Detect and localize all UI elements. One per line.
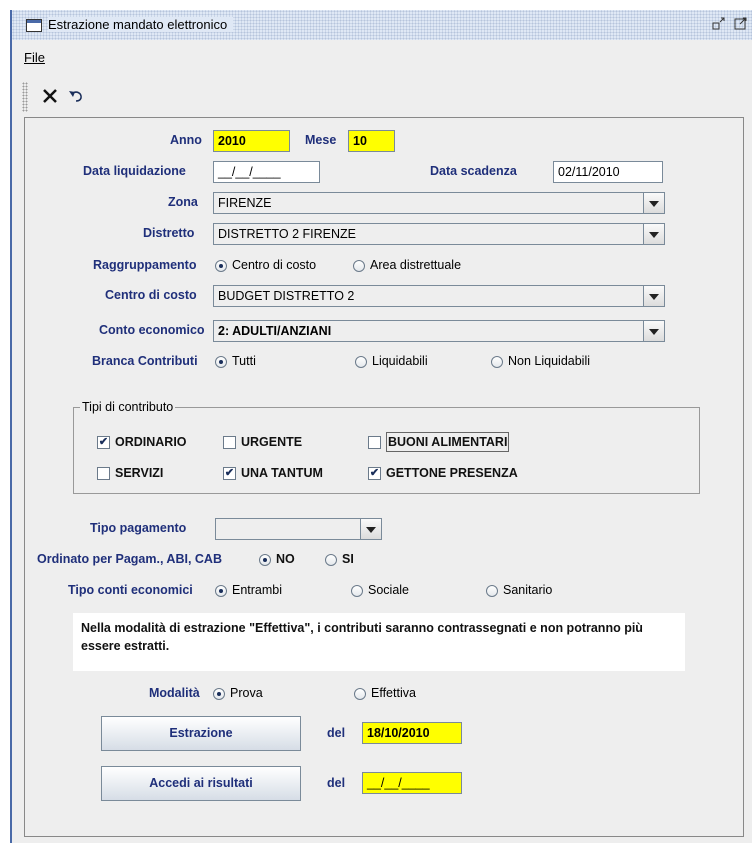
chevron-down-icon[interactable]	[643, 224, 664, 244]
ordinato-label: Ordinato per Pagam., ABI, CAB	[37, 552, 222, 566]
form-panel: Anno 2010 Mese 10 Data liquidazione __/_…	[24, 117, 744, 837]
radio-effettiva-label: Effettiva	[371, 686, 416, 700]
distretto-select[interactable]: DISTRETTO 2 FIRENZE	[213, 223, 665, 245]
chevron-down-icon[interactable]	[643, 286, 664, 306]
checkbox-servizi-label: SERVIZI	[115, 466, 164, 480]
radio-area-distrettuale[interactable]	[353, 260, 365, 272]
undo-icon[interactable]	[68, 89, 84, 103]
radio-effettiva[interactable]	[354, 688, 366, 700]
zona-select[interactable]: FIRENZE	[213, 192, 665, 214]
radio-centro-di-costo-label: Centro di costo	[232, 258, 317, 272]
accedi-del-label: del	[327, 776, 346, 790]
chevron-down-icon[interactable]	[360, 519, 381, 539]
mese-field[interactable]: 10	[348, 130, 395, 152]
radio-ordinato-si-label: SI	[342, 552, 354, 566]
checkbox-una-tantum[interactable]: ✔	[223, 467, 236, 480]
conto-economico-label: Conto economico	[99, 323, 205, 337]
conto-economico-select[interactable]: 2: ADULTI/ANZIANI	[213, 320, 665, 342]
checkbox-urgente-label: URGENTE	[241, 435, 303, 449]
radio-ordinato-no[interactable]	[259, 554, 271, 566]
checkbox-ordinario-label: ORDINARIO	[115, 435, 187, 449]
accedi-date-field[interactable]: __/__/____	[362, 772, 462, 794]
checkbox-urgente[interactable]	[223, 436, 236, 449]
radio-tutti-label: Tutti	[232, 354, 256, 368]
info-note: Nella modalità di estrazione "Effettiva"…	[73, 613, 685, 671]
centro-costo-value: BUDGET DISTRETTO 2	[218, 289, 355, 303]
radio-entrambi[interactable]	[215, 585, 227, 597]
radio-ordinato-si[interactable]	[325, 554, 337, 566]
radio-tutti[interactable]	[215, 356, 227, 368]
maximize-icon[interactable]	[734, 16, 748, 30]
conto-economico-value: 2: ADULTI/ANZIANI	[218, 324, 332, 338]
radio-ordinato-no-label: NO	[276, 552, 295, 566]
radio-liquidabili[interactable]	[355, 356, 367, 368]
anno-field[interactable]: 2010	[213, 130, 290, 152]
accedi-risultati-button[interactable]: Accedi ai risultati	[101, 766, 301, 801]
estrazione-button[interactable]: Estrazione	[101, 716, 301, 751]
toolbar-grip[interactable]	[22, 82, 28, 112]
radio-entrambi-label: Entrambi	[232, 583, 283, 597]
distretto-label: Distretto	[143, 226, 195, 240]
checkbox-gettone-presenza-label: GETTONE PRESENZA	[386, 466, 518, 480]
branca-label: Branca Contributi	[92, 354, 198, 368]
checkbox-ordinario[interactable]: ✔	[97, 436, 110, 449]
data-liquidazione-label: Data liquidazione	[83, 164, 186, 178]
data-scadenza-field[interactable]: 02/11/2010	[553, 161, 663, 183]
chevron-down-icon[interactable]	[643, 321, 664, 341]
menu-file[interactable]: File	[24, 50, 45, 65]
centro-costo-select[interactable]: BUDGET DISTRETTO 2	[213, 285, 665, 307]
checkbox-una-tantum-label: UNA TANTUM	[241, 466, 323, 480]
zona-label: Zona	[168, 195, 198, 209]
checkbox-gettone-presenza[interactable]: ✔	[368, 467, 381, 480]
chevron-down-icon[interactable]	[643, 193, 664, 213]
estrazione-del-label: del	[327, 726, 346, 740]
modalita-label: Modalità	[149, 686, 200, 700]
radio-sociale[interactable]	[351, 585, 363, 597]
data-liquidazione-field[interactable]: __/__/____	[213, 161, 320, 183]
menu-bar: File	[12, 48, 752, 70]
radio-centro-di-costo[interactable]	[215, 260, 227, 272]
tipo-conti-label: Tipo conti economici	[68, 583, 193, 597]
tipi-contributo-title: Tipi di contributo	[80, 400, 176, 414]
radio-area-distrettuale-label: Area distrettuale	[370, 258, 462, 272]
tipo-pagamento-label: Tipo pagamento	[90, 521, 187, 535]
data-scadenza-label: Data scadenza	[430, 164, 517, 178]
zona-value: FIRENZE	[218, 196, 272, 210]
tipo-pagamento-select[interactable]	[215, 518, 382, 540]
radio-prova[interactable]	[213, 688, 225, 700]
distretto-value: DISTRETTO 2 FIRENZE	[218, 227, 356, 241]
checkbox-buoni-alimentari[interactable]	[368, 436, 381, 449]
close-x-icon[interactable]	[42, 88, 58, 104]
anno-label: Anno	[170, 133, 202, 147]
radio-non-liquidabili-label: Non Liquidabili	[508, 354, 591, 368]
radio-liquidabili-label: Liquidabili	[372, 354, 428, 368]
centro-costo-label: Centro di costo	[105, 288, 197, 302]
app-window: Estrazione mandato elettronico File Anno…	[10, 10, 752, 843]
radio-non-liquidabili[interactable]	[491, 356, 503, 368]
radio-sociale-label: Sociale	[368, 583, 409, 597]
estrazione-date-field[interactable]: 18/10/2010	[362, 722, 462, 744]
raggruppamento-label: Raggruppamento	[93, 258, 197, 272]
window-icon	[26, 19, 42, 32]
title-bar[interactable]: Estrazione mandato elettronico	[12, 10, 752, 40]
radio-prova-label: Prova	[230, 686, 263, 700]
checkbox-buoni-alimentari-label: BUONI ALIMENTARI	[386, 432, 510, 452]
mese-label: Mese	[305, 133, 337, 147]
minimize-icon[interactable]	[712, 16, 726, 30]
radio-sanitario[interactable]	[486, 585, 498, 597]
radio-sanitario-label: Sanitario	[503, 583, 553, 597]
toolbar	[12, 82, 752, 114]
checkbox-servizi[interactable]	[97, 467, 110, 480]
window-title: Estrazione mandato elettronico	[48, 17, 234, 32]
